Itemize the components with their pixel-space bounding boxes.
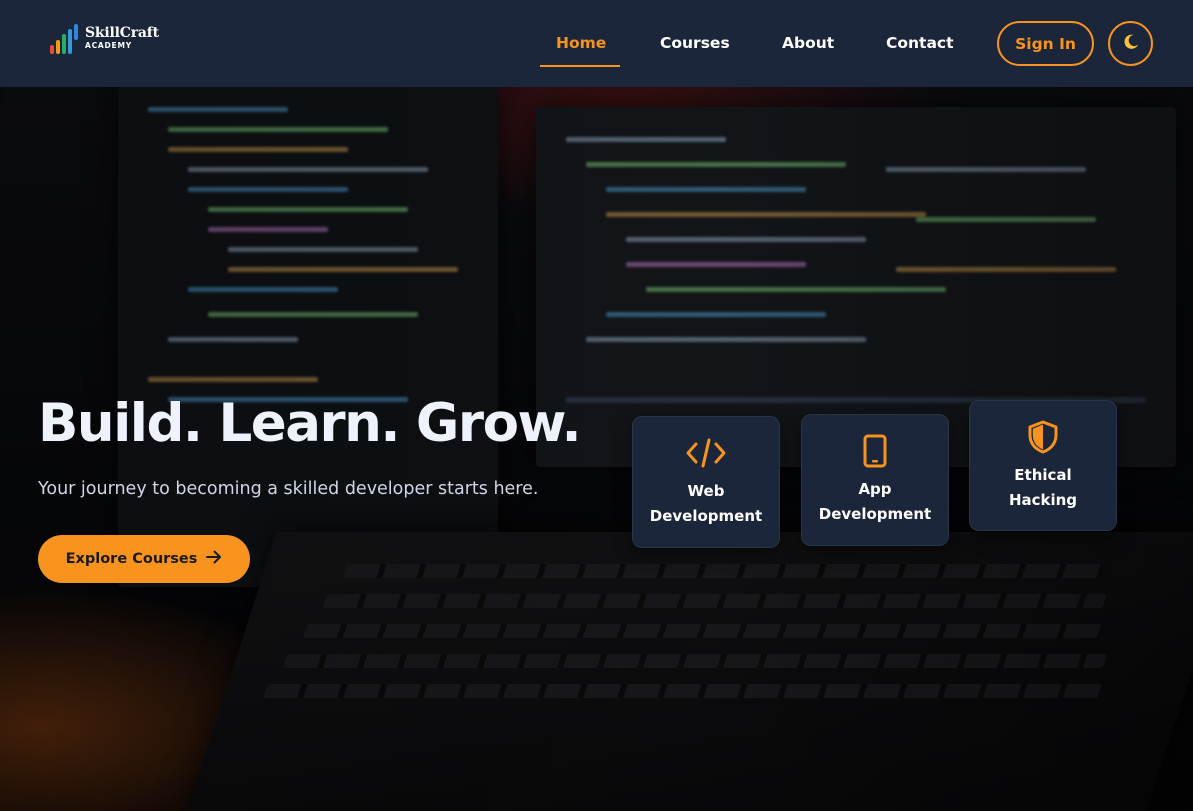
category-card-app-development[interactable]: App Development bbox=[801, 414, 949, 546]
category-label: App Development bbox=[818, 480, 932, 523]
hero-headline: Build. Learn. Grow. bbox=[38, 393, 582, 454]
logo-bar bbox=[74, 24, 78, 40]
nav-home[interactable]: Home bbox=[556, 33, 606, 53]
brand-name: SkillCraft bbox=[85, 25, 159, 41]
arrow-right-icon bbox=[206, 550, 222, 568]
nav-courses[interactable]: Courses bbox=[660, 33, 730, 53]
logo-bar bbox=[50, 45, 54, 54]
active-nav-indicator bbox=[540, 65, 620, 67]
moon-icon bbox=[1122, 33, 1140, 54]
mobile-phone-icon bbox=[854, 433, 896, 469]
explore-courses-button[interactable]: Explore Courses bbox=[38, 535, 250, 583]
nav-contact[interactable]: Contact bbox=[886, 33, 954, 53]
logo-text: SkillCraft ACADEMY bbox=[85, 25, 159, 50]
explore-courses-label: Explore Courses bbox=[65, 551, 198, 567]
category-label: Ethical Hacking bbox=[1008, 465, 1078, 509]
logo-bar bbox=[68, 29, 72, 54]
sign-in-button[interactable]: Sign In bbox=[997, 21, 1094, 66]
brand-tagline: ACADEMY bbox=[85, 41, 132, 50]
code-icon bbox=[685, 435, 727, 471]
logo-bar bbox=[62, 34, 66, 54]
brand-logo[interactable]: SkillCraft ACADEMY bbox=[50, 24, 170, 58]
category-label: Web Development bbox=[649, 482, 763, 525]
site-header: SkillCraft ACADEMY Home Courses About Co… bbox=[0, 0, 1193, 87]
logo-bars-icon bbox=[50, 24, 82, 56]
shield-icon bbox=[1022, 419, 1064, 455]
nav-about[interactable]: About bbox=[782, 33, 834, 53]
logo-bar bbox=[56, 40, 60, 54]
category-card-ethical-hacking[interactable]: Ethical Hacking bbox=[969, 400, 1117, 531]
category-card-web-development[interactable]: Web Development bbox=[632, 416, 780, 548]
theme-toggle-button[interactable] bbox=[1108, 21, 1153, 66]
hero-subtitle: Your journey to becoming a skilled devel… bbox=[38, 479, 539, 499]
